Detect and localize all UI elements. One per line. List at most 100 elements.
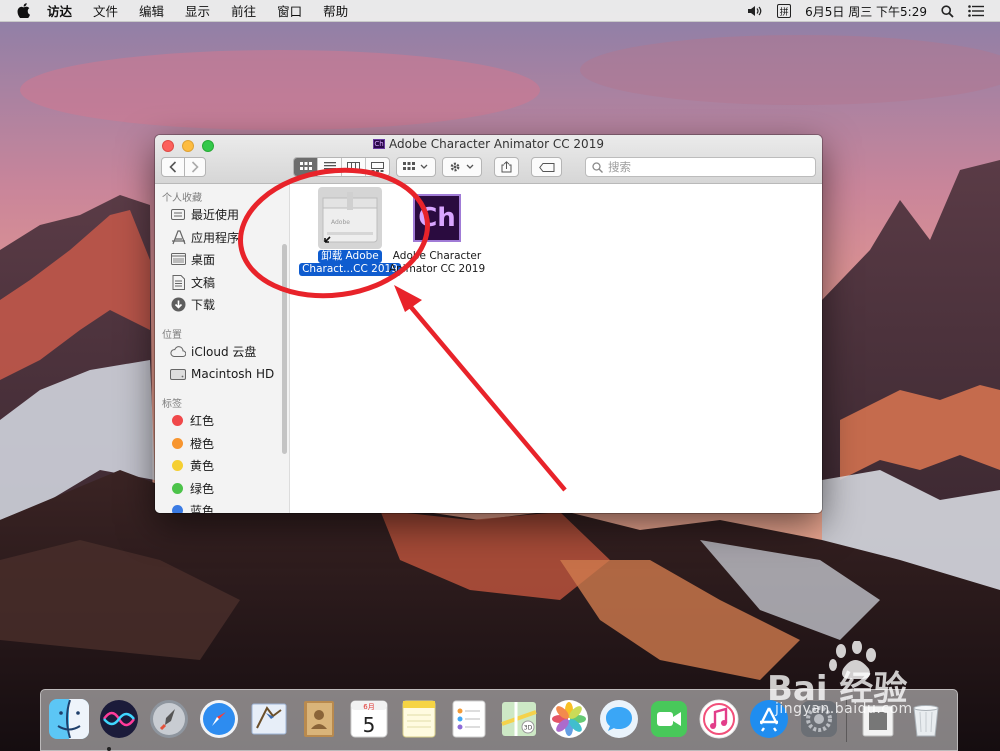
file-name-label: Adobe Character Animator CC 2019: [382, 250, 492, 276]
sidebar-item-label: 红色: [190, 413, 215, 428]
menu-view[interactable]: 显示: [185, 1, 210, 20]
sidebar-item-label: iCloud 云盘: [191, 344, 257, 359]
view-mode-buttons: [293, 157, 390, 177]
forward-button[interactable]: [183, 158, 206, 176]
sidebar-item-macintosh-hd[interactable]: Macintosh HD: [170, 365, 274, 383]
sidebar-item-desktop[interactable]: 桌面: [170, 250, 215, 268]
search-placeholder: 搜索: [608, 160, 631, 174]
sidebar-item-label: 文稿: [191, 275, 216, 290]
uninstaller-package-icon: Adobe: [318, 187, 382, 249]
menu-go[interactable]: 前往: [231, 1, 256, 20]
sidebar-header-locations: 位置: [162, 330, 182, 341]
calendar-day: 5: [363, 713, 376, 737]
sidebar-tag-yellow[interactable]: 黄色: [170, 456, 214, 474]
dock-mail-icon[interactable]: [247, 697, 291, 741]
character-animator-app-icon: Ch: [413, 194, 461, 242]
window-title: Ch Adobe Character Animator CC 2019: [155, 137, 822, 151]
downloads-icon: [170, 296, 186, 312]
menu-finder[interactable]: 访达: [47, 1, 72, 20]
icon-view-button[interactable]: [294, 158, 317, 176]
dock-messages-icon[interactable]: [597, 697, 641, 741]
column-view-button[interactable]: [341, 158, 365, 176]
sidebar-header-tags: 标签: [162, 399, 182, 410]
dock-contacts-icon[interactable]: [297, 697, 341, 741]
gallery-view-button[interactable]: [365, 158, 389, 176]
dock-notes-icon[interactable]: [397, 697, 441, 741]
baidu-watermark: Bai 经验 jingyan.baidu.com: [745, 641, 975, 721]
tag-color-dot: [172, 482, 183, 494]
tag-color-dot: [172, 459, 183, 471]
spotlight-icon[interactable]: [941, 4, 954, 18]
arrange-button[interactable]: [396, 157, 436, 177]
sidebar-item-label: 桌面: [191, 252, 216, 267]
tag-color-dot: [172, 504, 183, 513]
sidebar-item-icloud[interactable]: iCloud 云盘: [170, 342, 256, 360]
input-method-icon[interactable]: 拼: [777, 4, 792, 18]
maps-3d-badge: 3D: [524, 725, 533, 732]
file-name-line1: 卸载 Adobe: [318, 250, 382, 263]
dock-safari-icon[interactable]: [197, 697, 241, 741]
apple-menu-icon[interactable]: [17, 3, 33, 18]
applications-icon: [170, 229, 186, 245]
finder-running-indicator: [107, 747, 111, 751]
menu-window[interactable]: 窗口: [277, 1, 302, 20]
navigation-buttons: [161, 157, 206, 177]
dock-calendar-icon[interactable]: 6月 5: [347, 697, 391, 741]
dock-photos-icon[interactable]: [547, 697, 591, 741]
sidebar-item-applications[interactable]: 应用程序: [170, 228, 239, 246]
sidebar-item-downloads[interactable]: 下载: [170, 295, 215, 313]
app-icon-wrapper: Ch: [405, 187, 469, 249]
sidebar-item-documents[interactable]: 文稿: [170, 273, 215, 291]
dock-launchpad-icon[interactable]: [147, 697, 191, 741]
sidebar: 个人收藏 最近使用 应用程序 桌面 文稿 下载 位置 iCloud 云盘 Mac…: [155, 184, 290, 513]
file-name-line1: Adobe Character: [392, 250, 482, 262]
window-title-text: Adobe Character Animator CC 2019: [389, 137, 604, 151]
sidebar-item-label: 橙色: [190, 436, 215, 451]
tag-color-dot: [172, 437, 183, 449]
sidebar-item-label: 最近使用: [191, 207, 240, 222]
sidebar-item-label: 黄色: [190, 458, 215, 473]
share-button[interactable]: [494, 157, 519, 177]
sidebar-tag-orange[interactable]: 橙色: [170, 434, 214, 452]
calendar-month: 6月: [363, 703, 374, 711]
volume-icon[interactable]: [747, 5, 763, 17]
dock-facetime-icon[interactable]: [647, 697, 691, 741]
dock-siri-icon[interactable]: [97, 697, 141, 741]
dock-maps-icon[interactable]: 3D: [497, 697, 541, 741]
harddisk-icon: [170, 366, 186, 382]
sidebar-tag-red[interactable]: 红色: [170, 411, 214, 429]
file-browser-content[interactable]: Adobe 卸载 Adobe Charact...CC 2019 Ch Adob…: [291, 184, 822, 513]
icloud-icon: [170, 343, 186, 359]
menu-bar: 访达 文件 编辑 显示 前往 窗口 帮助 拼 6月5日 周三 下午5:29: [0, 0, 1000, 22]
back-button[interactable]: [162, 158, 184, 176]
sidebar-item-label: 下载: [191, 297, 216, 312]
folder-proxy-icon[interactable]: Ch: [373, 139, 386, 149]
finder-window: Ch Adobe Character Animator CC 2019 搜索 个…: [155, 135, 822, 513]
sidebar-header-favorites: 个人收藏: [162, 193, 202, 204]
menubar-clock[interactable]: 6月5日 周三 下午5:29: [805, 3, 927, 20]
action-gear-button[interactable]: [442, 157, 482, 177]
notification-center-icon[interactable]: [968, 5, 984, 17]
sidebar-item-label: 应用程序: [191, 230, 240, 245]
dock-music-icon[interactable]: [697, 697, 741, 741]
menu-help[interactable]: 帮助: [323, 1, 348, 20]
window-toolbar: Ch Adobe Character Animator CC 2019 搜索: [155, 135, 822, 184]
documents-icon: [170, 274, 186, 290]
tag-button[interactable]: [531, 157, 562, 177]
sidebar-item-label: 绿色: [190, 481, 215, 496]
desktop-icon: [170, 251, 186, 267]
sidebar-tag-green[interactable]: 绿色: [170, 479, 214, 497]
dock-reminders-icon[interactable]: [447, 697, 491, 741]
file-name-line2: Animator CC 2019: [388, 263, 486, 275]
package-badge-text: Adobe: [331, 219, 350, 226]
sidebar-scrollbar[interactable]: [282, 244, 287, 454]
file-item-character-animator[interactable]: Ch Adobe Character Animator CC 2019: [382, 187, 492, 276]
sidebar-item-recents[interactable]: 最近使用: [170, 205, 239, 223]
menu-edit[interactable]: 编辑: [139, 1, 164, 20]
search-field[interactable]: 搜索: [585, 157, 816, 177]
sidebar-tag-blue[interactable]: 蓝色: [170, 501, 214, 513]
watermark-url: jingyan.baidu.com: [775, 701, 913, 717]
dock-finder-icon[interactable]: [47, 697, 91, 741]
menu-file[interactable]: 文件: [93, 1, 118, 20]
list-view-button[interactable]: [317, 158, 341, 176]
